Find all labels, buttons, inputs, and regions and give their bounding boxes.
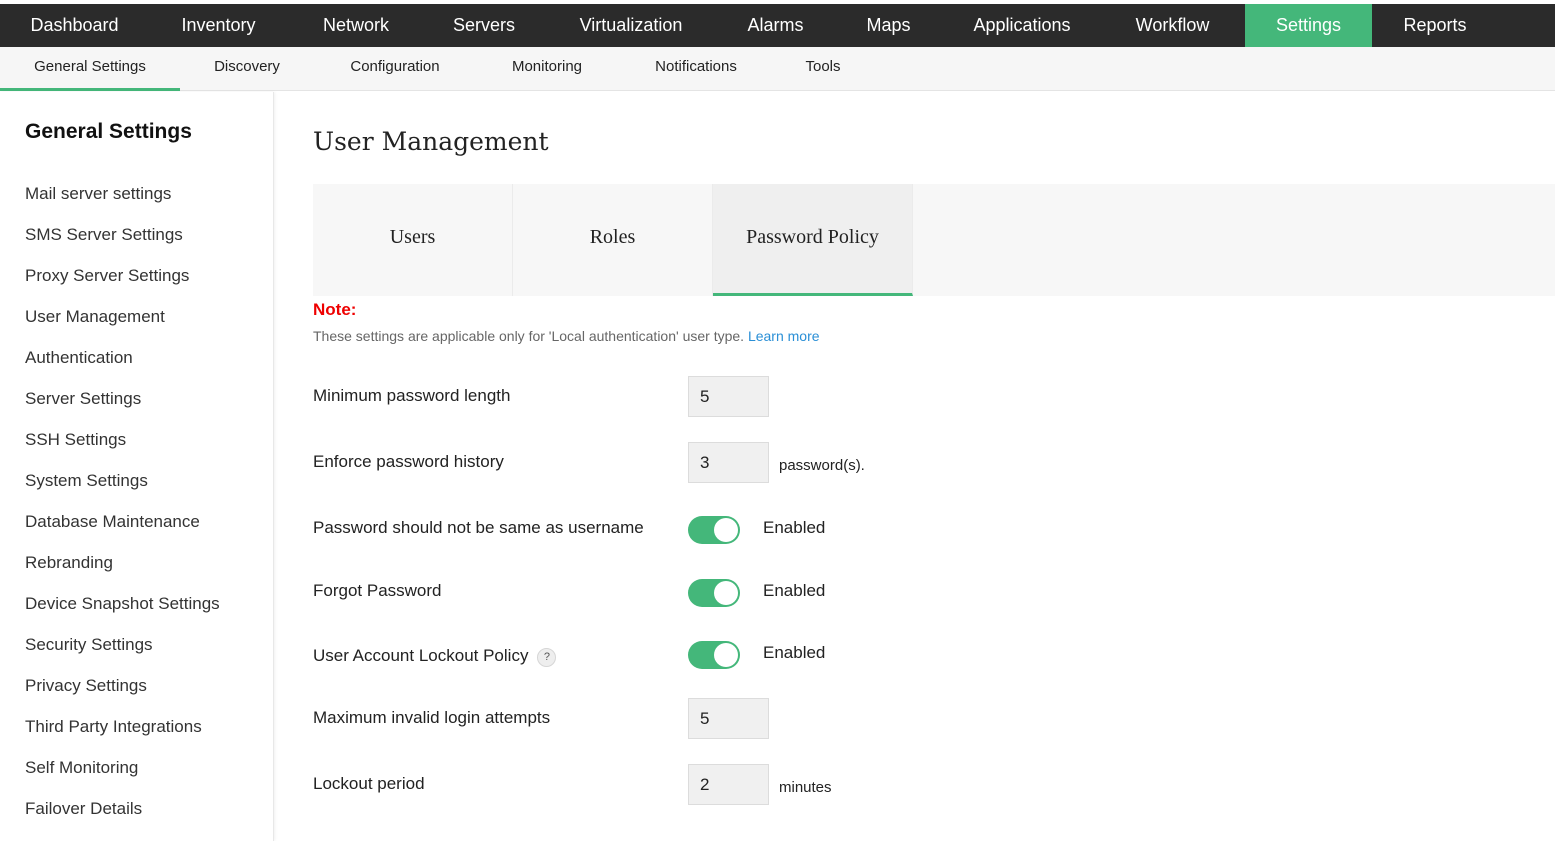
tab-password-policy[interactable]: Password Policy [713,184,913,296]
sidebar-item-privacy-settings[interactable]: Privacy Settings [25,674,220,715]
top-nav-workflow[interactable]: Workflow [1100,4,1245,47]
sidebar-item-sms-server[interactable]: SMS Server Settings [25,223,220,264]
subnav-monitoring[interactable]: Monitoring [476,47,618,91]
top-nav-servers[interactable]: Servers [424,4,544,47]
note-description: These settings are applicable only for '… [313,328,745,344]
top-navigation-bar: Dashboard Inventory Network Servers Virt… [0,4,1555,47]
help-icon[interactable]: ? [537,648,557,667]
min-password-length-label: Minimum password length [313,386,511,405]
sidebar-item-authentication[interactable]: Authentication [25,346,220,387]
sidebar-item-self-monitoring[interactable]: Self Monitoring [25,756,220,797]
lockout-period-label: Lockout period [313,774,425,793]
sidebar-item-ssh-settings[interactable]: SSH Settings [25,428,220,469]
min-password-length-input[interactable]: 5 [688,376,769,417]
sidebar-item-server-settings[interactable]: Server Settings [25,387,220,428]
lockout-period-unit: minutes [779,779,832,796]
top-nav-alarms[interactable]: Alarms [718,4,833,47]
sidebar-item-proxy-server[interactable]: Proxy Server Settings [25,264,220,305]
sidebar-item-system-settings[interactable]: System Settings [25,469,220,510]
lockout-policy-toggle[interactable] [688,641,740,669]
lockout-policy-status: Enabled [763,643,826,662]
subnav-tools[interactable]: Tools [774,47,872,91]
top-nav-maps[interactable]: Maps [833,4,944,47]
not-same-as-username-label: Password should not be same as username [313,518,644,537]
note-label: Note: [313,300,357,319]
sidebar-item-mail-server[interactable]: Mail server settings [25,182,220,223]
top-nav-applications[interactable]: Applications [944,4,1100,47]
top-nav-settings[interactable]: Settings [1245,4,1372,47]
top-nav-inventory[interactable]: Inventory [149,4,288,47]
lockout-policy-row-label: User Account Lockout Policy? [313,646,557,667]
settings-sub-navigation: General Settings Discovery Configuration… [0,47,1555,91]
toggle-knob [714,518,738,542]
learn-more-link[interactable]: Learn more [748,328,820,344]
sidebar-item-rebranding[interactable]: Rebranding [25,551,220,592]
sidebar-title: General Settings [25,120,192,143]
sidebar-item-user-management[interactable]: User Management [25,305,220,346]
sidebar-item-failover-details[interactable]: Failover Details [25,797,220,838]
sidebar-item-third-party-integrations[interactable]: Third Party Integrations [25,715,220,756]
lockout-period-input[interactable]: 2 [688,764,769,805]
subnav-discovery[interactable]: Discovery [180,47,314,91]
max-login-attempts-input[interactable]: 5 [688,698,769,739]
not-same-as-username-status: Enabled [763,518,826,537]
toggle-knob [714,643,738,667]
not-same-as-username-toggle[interactable] [688,516,740,544]
user-management-tabs: Users Roles Password Policy [313,184,1555,296]
top-nav-reports[interactable]: Reports [1372,4,1498,47]
page-title: User Management [313,127,549,156]
password-history-label: Enforce password history [313,452,504,471]
subnav-general-settings[interactable]: General Settings [0,47,180,91]
top-nav-network[interactable]: Network [288,4,424,47]
sidebar-item-device-snapshot[interactable]: Device Snapshot Settings [25,592,220,633]
tab-users[interactable]: Users [313,184,513,296]
top-nav-dashboard[interactable]: Dashboard [0,4,149,47]
max-login-attempts-label: Maximum invalid login attempts [313,708,551,727]
sidebar-list: Mail server settings SMS Server Settings… [25,182,220,838]
password-history-unit: password(s). [779,457,865,474]
general-settings-sidebar: General Settings Mail server settings SM… [0,92,274,841]
sidebar-item-database-maintenance[interactable]: Database Maintenance [25,510,220,551]
tab-roles[interactable]: Roles [513,184,713,296]
subnav-notifications[interactable]: Notifications [618,47,774,91]
subnav-configuration[interactable]: Configuration [314,47,476,91]
top-nav-virtualization[interactable]: Virtualization [544,4,718,47]
forgot-password-toggle[interactable] [688,579,740,607]
password-history-input[interactable]: 3 [688,442,769,483]
note-text: These settings are applicable only for '… [313,328,820,344]
lockout-policy-label: User Account Lockout Policy [313,646,529,665]
sidebar-item-security-settings[interactable]: Security Settings [25,633,220,674]
toggle-knob [714,581,738,605]
forgot-password-status: Enabled [763,581,826,600]
forgot-password-label: Forgot Password [313,581,442,600]
